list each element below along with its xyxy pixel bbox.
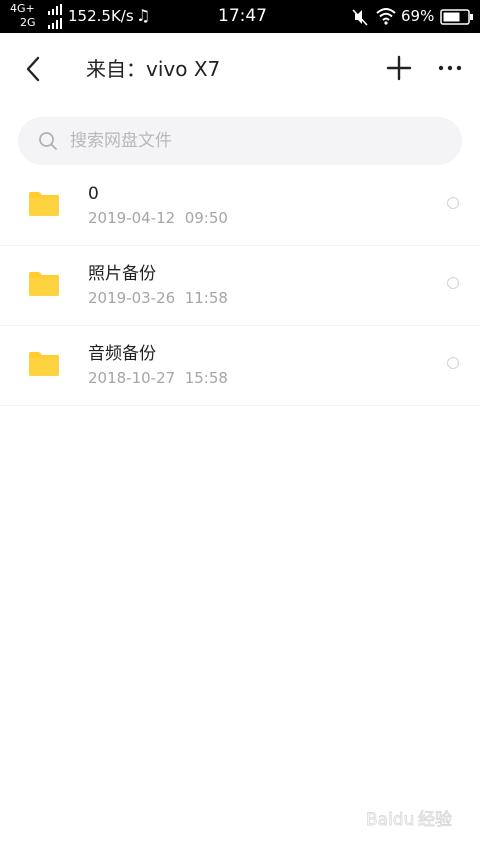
select-radio[interactable] [447, 277, 459, 289]
file-name: 0 [88, 184, 99, 204]
list-item[interactable]: 照片备份 2019-03-26 11:58 [0, 246, 480, 326]
list-item[interactable]: 音频备份 2018-10-27 15:58 [0, 326, 480, 406]
folder-icon [29, 352, 59, 376]
file-date: 2018-10-27 15:58 [88, 369, 228, 387]
status-time: 17:47 [218, 6, 267, 26]
music-icon: ♫ [136, 6, 151, 25]
list-item[interactable]: 0 2019-04-12 09:50 [0, 166, 480, 246]
mute-icon [352, 9, 368, 26]
search-bar[interactable] [18, 117, 462, 165]
search-icon [39, 132, 57, 150]
file-date: 2019-03-26 11:58 [88, 289, 228, 307]
more-icon[interactable] [436, 59, 464, 77]
page-title: 来自：vivo X7 [86, 57, 221, 81]
plus-icon[interactable] [386, 55, 412, 81]
status-bar: 4G+ 2G 152.5K/s ♫ 17:47 69% [0, 0, 480, 33]
file-list: 0 2019-04-12 09:50 照片备份 2019-03-26 11:58… [0, 166, 480, 406]
svg-text:Baidu: Baidu [366, 810, 414, 830]
baidu-watermark-logo: Baidu 经验 [366, 810, 452, 831]
folder-icon [29, 272, 59, 296]
file-date: 2019-04-12 09:50 [88, 209, 228, 227]
header-bar: 来自：vivo X7 [0, 33, 480, 105]
network-indicator: 4G+ 2G [6, 2, 62, 31]
network-speed: 152.5K/s [68, 7, 134, 25]
battery-icon [440, 9, 473, 25]
search-input[interactable] [70, 117, 450, 165]
signal-icon [48, 18, 62, 29]
network-type-primary: 4G+ [10, 2, 35, 15]
select-radio[interactable] [447, 197, 459, 209]
file-name: 照片备份 [88, 264, 156, 284]
network-type-secondary: 2G [20, 16, 36, 29]
svg-text:经验: 经验 [418, 810, 452, 830]
file-name: 音频备份 [88, 344, 156, 364]
signal-icon [48, 4, 62, 15]
battery-percentage: 69% [401, 7, 435, 25]
back-arrow-icon[interactable] [18, 53, 48, 85]
folder-icon [29, 192, 59, 216]
select-radio[interactable] [447, 357, 459, 369]
wifi-icon [376, 8, 396, 25]
